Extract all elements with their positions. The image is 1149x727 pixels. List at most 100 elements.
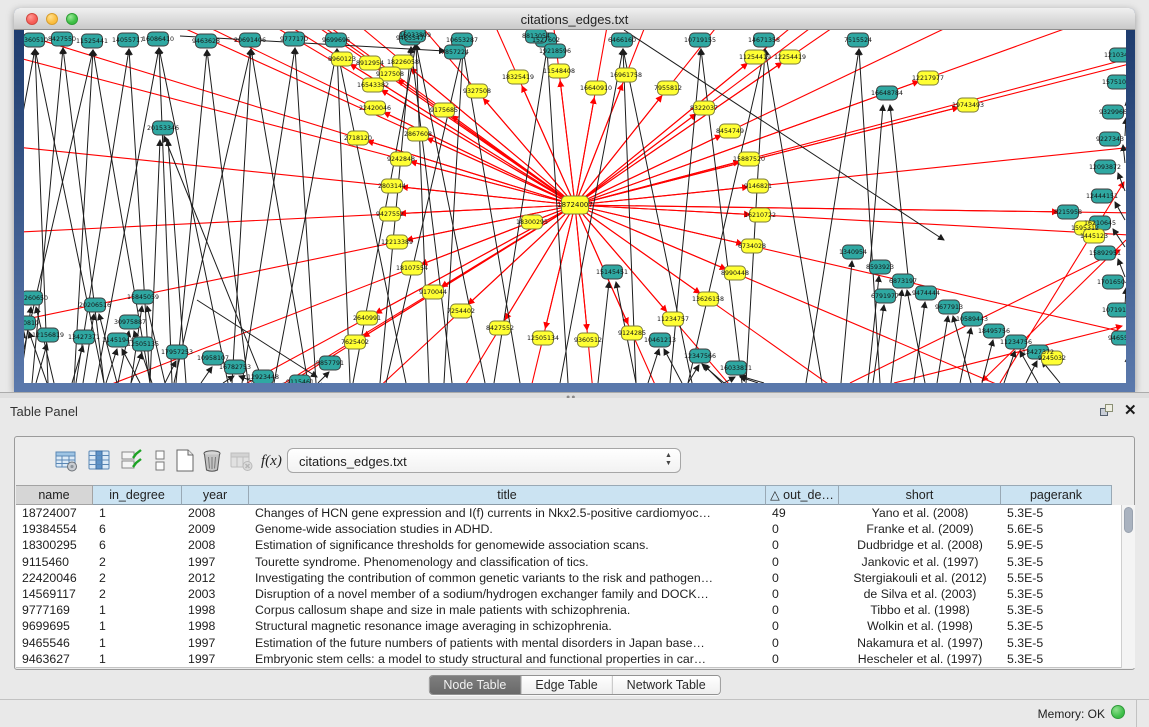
svg-text:9463628: 9463628 (192, 38, 220, 45)
table-cell: 1 (93, 651, 182, 667)
network-window: citations_edges.txt 93605108427550115254… (14, 8, 1135, 392)
delete-table-icon[interactable] (200, 449, 224, 473)
table-row[interactable]: 1872400712008Changes of HCN gene express… (16, 505, 1121, 521)
float-panel-icon[interactable] (1100, 404, 1114, 417)
svg-text:9115461: 9115461 (286, 379, 314, 383)
window-titlebar[interactable]: citations_edges.txt (14, 8, 1135, 30)
table-row[interactable]: 911546021997Tourette syndrome. Phenomeno… (16, 554, 1121, 570)
svg-text:14671358: 14671358 (748, 37, 780, 44)
column-header-pagerank[interactable]: pagerank (1001, 485, 1112, 505)
merge-rows-icon[interactable] (151, 449, 175, 473)
function-builder-icon[interactable]: f(x) (261, 453, 285, 477)
table-body[interactable]: 1872400712008Changes of HCN gene express… (16, 505, 1121, 668)
citation-graph[interactable]: 9360510842755011525441140557171608641094… (24, 30, 1126, 383)
table-cell: Estimation of significance thresholds fo… (249, 537, 766, 553)
table-cell: 2 (93, 554, 182, 570)
svg-text:18325419: 18325419 (502, 74, 534, 81)
svg-text:10589443: 10589443 (956, 316, 988, 323)
table-cell: Jankovic et al. (1997) (839, 554, 1001, 570)
svg-text:16086410: 16086410 (142, 36, 174, 43)
table-cell: 49 (766, 505, 839, 521)
table-cell: 5.3E-5 (1001, 505, 1112, 521)
tab-node-table[interactable]: Node Table (429, 676, 521, 694)
svg-text:12213389: 12213389 (381, 239, 413, 246)
svg-text:20206516: 20206516 (79, 302, 111, 309)
column-header-title[interactable]: title (249, 485, 766, 505)
table-cell: 1 (93, 635, 182, 651)
svg-text:8215958: 8215958 (1054, 209, 1082, 216)
column-select-icon[interactable] (88, 449, 112, 473)
table-cell: 22420046 (16, 570, 93, 586)
svg-text:2640991: 2640991 (353, 315, 381, 322)
svg-text:6791977: 6791977 (871, 293, 899, 300)
table-row[interactable]: 946554611997Estimation of the future num… (16, 635, 1121, 651)
table-cell: 1 (93, 618, 182, 634)
table-cell: 0 (766, 521, 839, 537)
memory-status-label: Memory: OK (1038, 707, 1105, 721)
svg-text:15845059: 15845059 (127, 294, 159, 301)
window-title: citations_edges.txt (14, 12, 1135, 27)
svg-text:14055717: 14055717 (112, 37, 144, 44)
memory-ok-icon[interactable] (1111, 705, 1125, 719)
column-header-year[interactable]: year (182, 485, 249, 505)
svg-text:8813054: 8813054 (522, 33, 550, 40)
tab-edge-table[interactable]: Edge Table (521, 676, 612, 694)
row-check-icon[interactable] (121, 449, 145, 473)
column-header-short[interactable]: short (839, 485, 1001, 505)
table-scrollbar[interactable] (1121, 505, 1135, 668)
table-cell: 2009 (182, 521, 249, 537)
svg-text:20153346: 20153346 (147, 125, 179, 132)
table-cell: Tibbo et al. (1998) (839, 602, 1001, 618)
svg-text:8350810: 8350810 (24, 320, 39, 327)
network-view-frame: 9360510842755011525441140557171608641094… (14, 30, 1135, 392)
table-source-dropdown[interactable]: citations_edges.txt ▲▼ (287, 448, 681, 473)
table-cell: Stergiakouli et al. (2012) (839, 570, 1001, 586)
svg-text:9474444: 9474444 (912, 290, 940, 297)
svg-text:10719155: 10719155 (684, 37, 716, 44)
table-cell: Corpus callosum shape and size in male p… (249, 602, 766, 618)
table-cell: Changes of HCN gene expression and I(f) … (249, 505, 766, 521)
svg-text:17957253: 17957253 (161, 349, 193, 356)
column-header-in_degree[interactable]: in_degree (93, 485, 182, 505)
table-cell: Structural magnetic resonance image aver… (249, 618, 766, 634)
table-row[interactable]: 1456911722003Disruption of a novel membe… (16, 586, 1121, 602)
table-cell: 5.3E-5 (1001, 586, 1112, 602)
svg-text:11234757: 11234757 (657, 316, 689, 323)
table-row[interactable]: 977716911998Corpus callosum shape and si… (16, 602, 1121, 618)
table-cell: Dudbridge et al. (2008) (839, 537, 1001, 553)
table-cell: 2012 (182, 570, 249, 586)
table-cell: Wolkin et al. (1998) (839, 618, 1001, 634)
svg-text:16640910: 16640910 (580, 85, 612, 92)
svg-text:18226058: 18226058 (387, 59, 419, 66)
column-header-name[interactable]: name (16, 485, 93, 505)
table-row[interactable]: 1938455462009Genome-wide association stu… (16, 521, 1121, 537)
table-cell: 5.3E-5 (1001, 602, 1112, 618)
table-row[interactable]: 946362711997Embryonic stem cells: a mode… (16, 651, 1121, 667)
svg-text:16210722: 16210722 (744, 212, 776, 219)
svg-text:16033811: 16033811 (720, 365, 752, 372)
table-cell: 2003 (182, 586, 249, 602)
table-cell: Tourette syndrome. Phenomenology and cla… (249, 554, 766, 570)
tab-network-table[interactable]: Network Table (613, 676, 720, 694)
svg-text:9360512: 9360512 (574, 337, 602, 344)
svg-text:30975887: 30975887 (114, 319, 146, 326)
new-table-icon[interactable] (173, 449, 197, 473)
table-cell: 2008 (182, 505, 249, 521)
table-cell: Hescheler et al. (1997) (839, 651, 1001, 667)
svg-text:6466160: 6466160 (608, 37, 636, 44)
table-header-row[interactable]: namein_degreeyeartitle△ out_de…shortpage… (16, 485, 1121, 505)
table-source-value: citations_edges.txt (299, 454, 407, 469)
table-row[interactable]: 969969511998Structural magnetic resonanc… (16, 618, 1121, 634)
table-cell: 5.9E-5 (1001, 537, 1112, 553)
table-cell: 0 (766, 635, 839, 651)
svg-text:8322037: 8322037 (690, 105, 718, 112)
close-panel-icon[interactable]: ✕ (1124, 401, 1137, 419)
svg-text:12444151: 12444151 (1086, 193, 1118, 200)
scrollbar-thumb[interactable] (1124, 507, 1133, 533)
table-settings-icon[interactable] (55, 449, 79, 473)
column-header-out_de[interactable]: △ out_de… (766, 485, 839, 505)
table-row[interactable]: 1830029562008Estimation of significance … (16, 537, 1121, 553)
network-canvas[interactable]: 9360510842755011525441140557171608641094… (24, 30, 1126, 383)
table-row[interactable]: 2242004622012Investigating the contribut… (16, 570, 1121, 586)
table-cell: 9463627 (16, 651, 93, 667)
